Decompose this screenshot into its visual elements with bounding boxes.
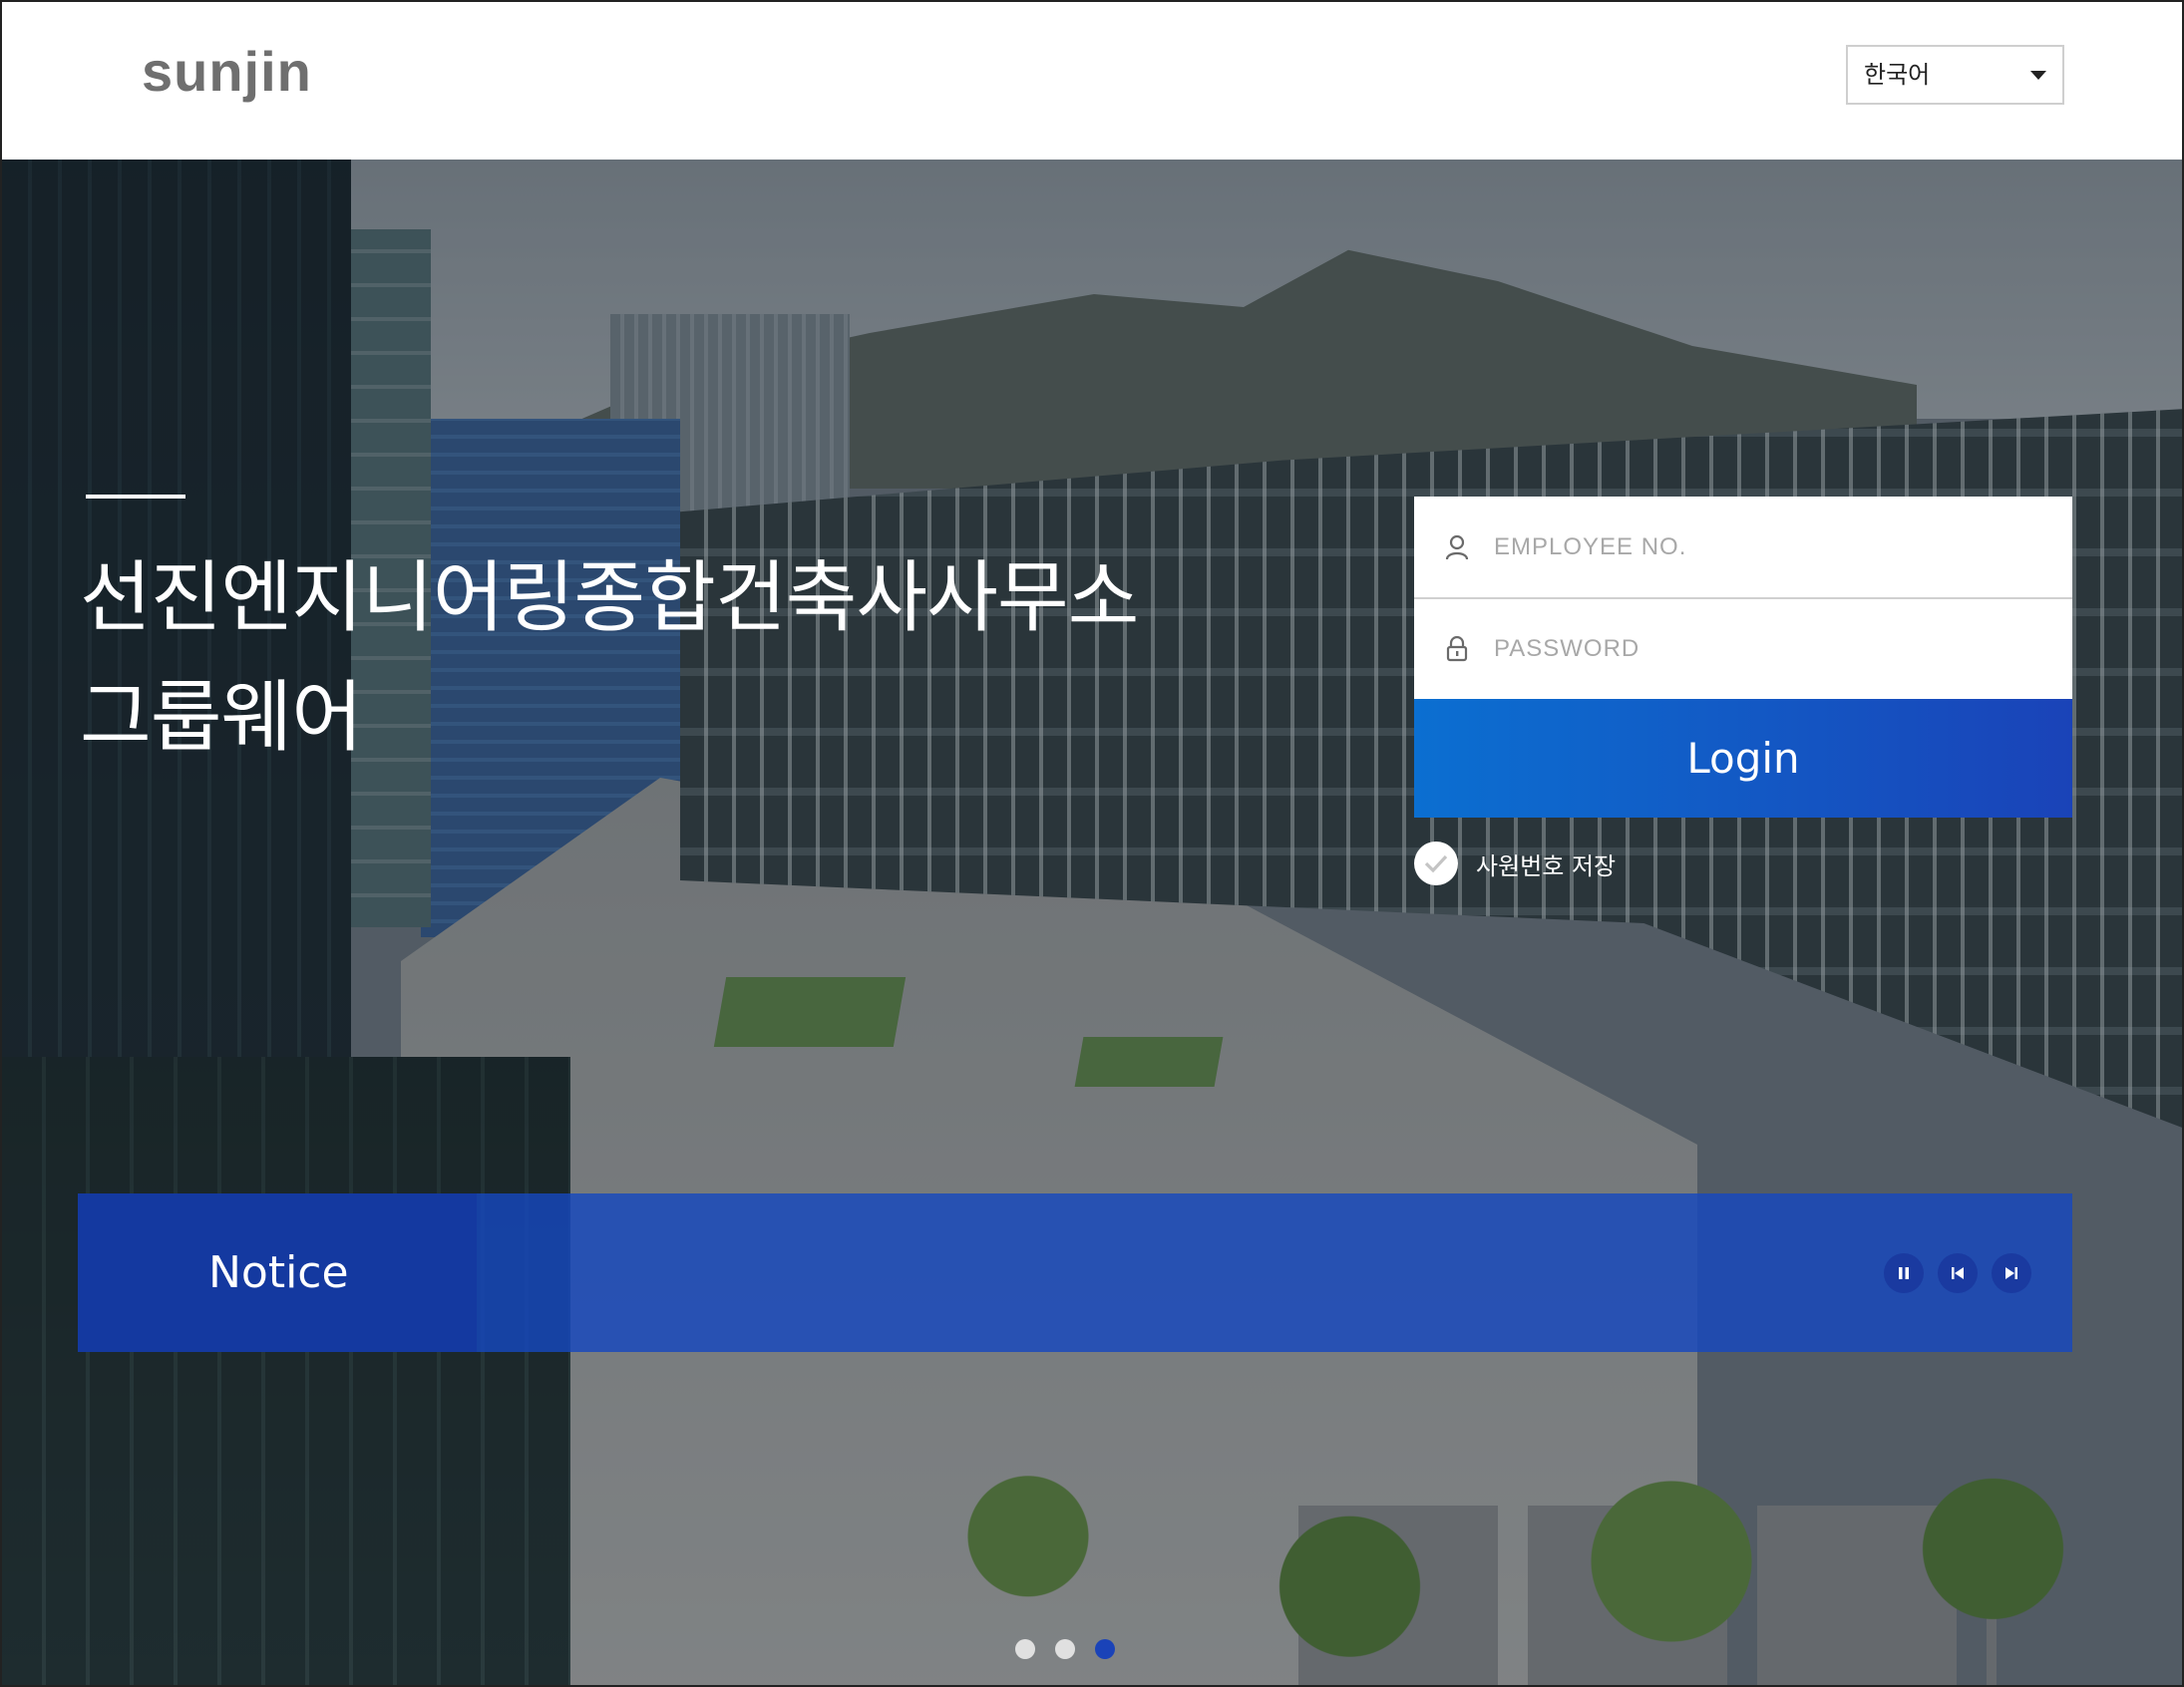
- employee-no-input[interactable]: [1494, 516, 2012, 577]
- hero-overlay: [2, 160, 2182, 1685]
- page-title: 선진엔지니어링종합건축사사무소 그룹웨어: [80, 538, 1276, 778]
- hero-background-image: [0, 160, 2184, 1687]
- next-icon[interactable]: [1992, 1253, 2031, 1293]
- notice-title: Notice: [208, 1247, 349, 1298]
- user-icon: [1444, 534, 1470, 560]
- top-header: SUNJIN 한국어: [0, 0, 2184, 160]
- login-form: Login: [1414, 497, 2072, 818]
- slider-dot-2[interactable]: [1055, 1639, 1075, 1659]
- login-button[interactable]: Login: [1414, 699, 2072, 818]
- lock-icon: [1444, 635, 1470, 662]
- chevron-down-icon: [2030, 71, 2046, 80]
- page-title-line-2: 그룹웨어: [80, 673, 363, 763]
- headline-accent-bar: [86, 495, 185, 499]
- slider-dot-3[interactable]: [1095, 1639, 1115, 1659]
- remember-employee-checkbox[interactable]: 사원번호 저장: [1414, 842, 1616, 885]
- remember-employee-label: 사원번호 저장: [1476, 851, 1617, 880]
- notice-title-block: Notice: [78, 1193, 477, 1352]
- language-selected-value: 한국어: [1864, 61, 1931, 89]
- password-field: [1414, 597, 2072, 699]
- checkmark-icon[interactable]: [1414, 842, 1458, 885]
- page-title-line-1: 선진엔지니어링종합건축사사무소: [80, 553, 1139, 643]
- notice-bar: Notice: [78, 1193, 2072, 1352]
- prev-icon[interactable]: [1938, 1253, 1978, 1293]
- language-select[interactable]: 한국어: [1846, 45, 2064, 105]
- employee-field: [1414, 497, 2072, 597]
- sunjin-logo[interactable]: SUNJIN: [142, 42, 312, 102]
- pause-icon[interactable]: [1884, 1253, 1924, 1293]
- slider-dot-1[interactable]: [1015, 1639, 1035, 1659]
- password-input[interactable]: [1494, 619, 2012, 679]
